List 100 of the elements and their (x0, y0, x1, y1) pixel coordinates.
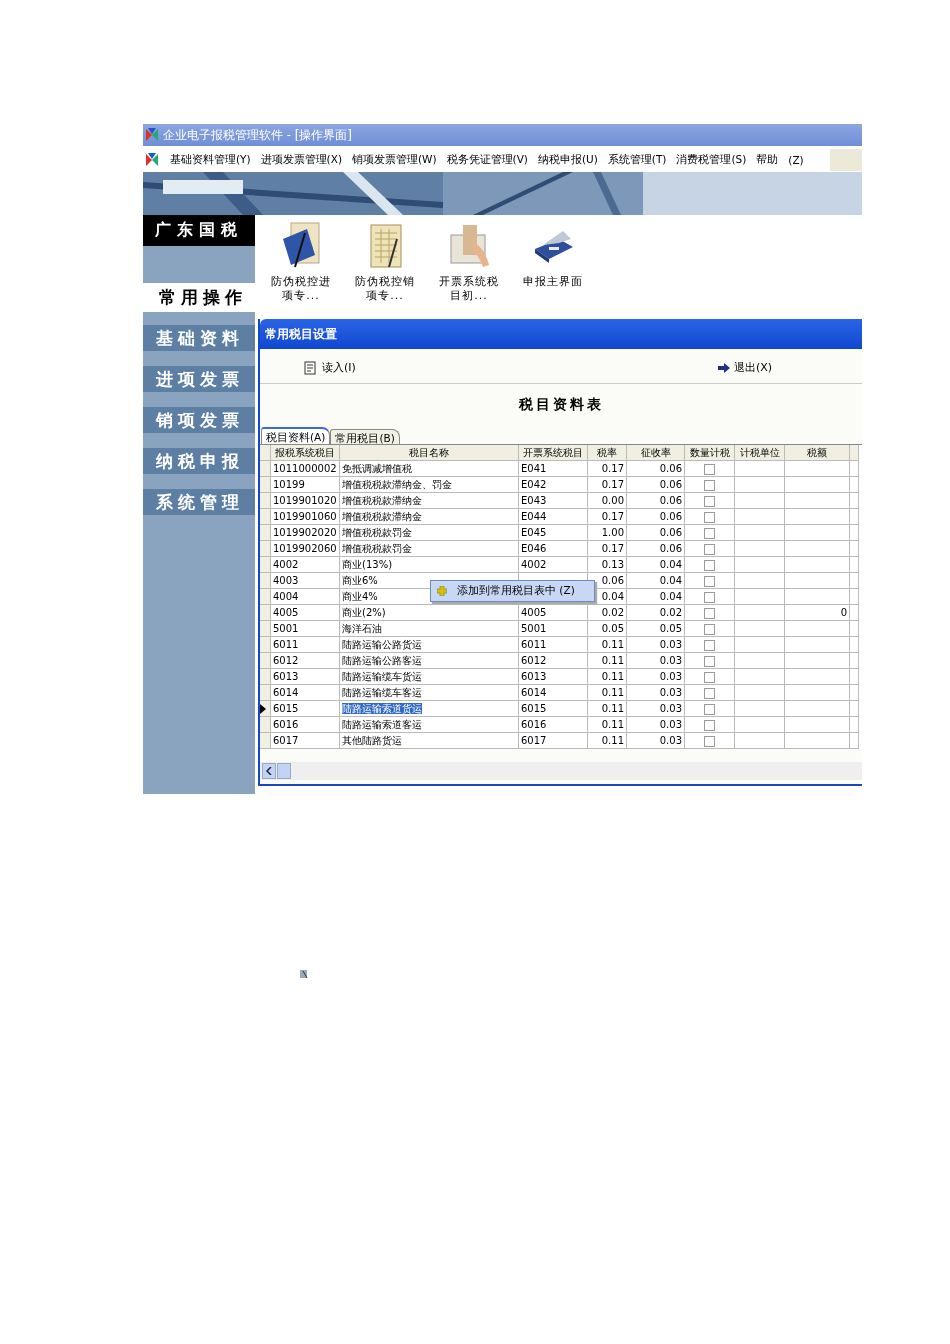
table-cell: 1019902020 (271, 525, 340, 541)
table-heading: 税目资料表 (517, 395, 605, 414)
document-icon (299, 969, 309, 979)
table-cell: 0.00 (588, 493, 627, 509)
table-cell: 0.11 (588, 717, 627, 733)
empty-cell (850, 605, 859, 621)
shortcut-label[interactable]: 防伪税控进项专... (271, 275, 331, 303)
checkbox[interactable] (704, 672, 715, 683)
menu-item[interactable]: (Z) (788, 154, 804, 166)
shortcut-label[interactable]: 开票系统税目初... (439, 275, 499, 303)
column-header: 报税系统税目 (271, 445, 340, 461)
empty-cell (785, 717, 850, 733)
empty-cell (785, 669, 850, 685)
empty-cell (785, 557, 850, 573)
menu-item[interactable]: 帮助 (756, 153, 779, 167)
table-cell: 0.11 (588, 733, 627, 749)
table-cell: 0.06 (627, 477, 685, 493)
table-cell: 0.03 (627, 733, 685, 749)
column-header: 税目名称 (340, 445, 519, 461)
checkbox[interactable] (704, 576, 715, 587)
table-cell: 0.03 (627, 637, 685, 653)
shortcut-label[interactable]: 申报主界面 (523, 275, 583, 289)
table-cell: 0.06 (627, 541, 685, 557)
menu-item[interactable]: 销项发票管理(W) (352, 153, 437, 167)
table-cell: 1.00 (588, 525, 627, 541)
sidebar-item[interactable]: 系统管理 (143, 489, 255, 515)
sidebar-item[interactable]: 进项发票 (143, 366, 255, 392)
scroll-left-button[interactable] (262, 763, 276, 779)
checkbox[interactable] (704, 512, 715, 523)
scroll-thumb[interactable] (277, 763, 291, 779)
table-cell: 6014 (271, 685, 340, 701)
row-header[interactable] (260, 701, 271, 717)
table-cell: 商业6% (342, 575, 378, 586)
tab[interactable]: 常用税目(B) (330, 429, 400, 444)
menu-item[interactable]: 税务凭证管理(V) (446, 153, 528, 167)
context-menu-item[interactable]: 添加到常用税目表中 (Z) (430, 580, 595, 602)
checkbox[interactable] (704, 464, 715, 475)
table-cell: 陆路运输公路货运 (342, 639, 422, 650)
table-cell: 5001 (519, 621, 588, 637)
checkbox[interactable] (704, 544, 715, 555)
exit-button[interactable]: 退出(X) (717, 360, 772, 375)
table-cell: 6012 (519, 653, 588, 669)
checkbox[interactable] (704, 480, 715, 491)
empty-cell (850, 653, 859, 669)
table-cell: 0.02 (588, 605, 627, 621)
column-header: 开票系统税目 (519, 445, 588, 461)
empty-cell (785, 509, 850, 525)
empty-cell (850, 509, 859, 525)
table-cell: 0.11 (588, 653, 627, 669)
checkbox[interactable] (704, 656, 715, 667)
header-filler (850, 445, 859, 461)
table-cell: 6017 (271, 733, 340, 749)
checkbox[interactable] (704, 688, 715, 699)
empty-cell (785, 493, 850, 509)
table-cell: 增值税税款滞纳金、罚金 (342, 479, 452, 490)
row-pointer-icon (260, 703, 266, 714)
table-cell: 4005 (519, 605, 588, 621)
sidebar-item[interactable]: 基础资料 (143, 325, 255, 351)
table-cell: E045 (519, 525, 588, 541)
empty-cell (785, 685, 850, 701)
table-cell: 6016 (519, 717, 588, 733)
table-cell: 0.02 (627, 605, 685, 621)
menu-item[interactable]: 基础资料管理(Y) (170, 153, 251, 167)
checkbox[interactable] (704, 528, 715, 539)
checkbox[interactable] (704, 592, 715, 603)
table-cell: 陆路运输索道客运 (342, 719, 422, 730)
table-cell: 陆路运输缆车客运 (342, 687, 422, 698)
checkbox[interactable] (704, 608, 715, 619)
empty-cell (850, 685, 859, 701)
empty-cell (850, 573, 859, 589)
checkbox[interactable] (704, 704, 715, 715)
arrow-icon (717, 362, 730, 373)
empty-cell (850, 477, 859, 493)
checkbox[interactable] (704, 560, 715, 571)
table-cell: 0.04 (627, 573, 685, 589)
empty-cell (785, 461, 850, 477)
table-cell: 4002 (271, 557, 340, 573)
menu-item[interactable]: 纳税申报(U) (537, 153, 598, 167)
checkbox[interactable] (704, 496, 715, 507)
table-cell: 6013 (519, 669, 588, 685)
read-button[interactable]: 读入(I) (304, 360, 356, 375)
checkbox[interactable] (704, 640, 715, 651)
sidebar-item[interactable]: 纳税申报 (143, 448, 255, 474)
sidebar-item[interactable]: 销项发票 (143, 407, 255, 433)
table-cell: 0.04 (627, 589, 685, 605)
shortcut-label[interactable]: 防伪税控销项专... (355, 275, 415, 303)
empty-cell (850, 717, 859, 733)
checkbox[interactable] (704, 624, 715, 635)
tab[interactable]: 税目资料(A) (261, 427, 331, 444)
menu-item[interactable]: 进项发票管理(X) (260, 153, 342, 167)
checkbox[interactable] (704, 736, 715, 747)
empty-cell (850, 701, 859, 717)
empty-cell (850, 621, 859, 637)
menu-item[interactable]: 消费税管理(S) (676, 153, 747, 167)
table-cell: 陆路运输公路客运 (342, 655, 422, 666)
menu-item[interactable]: 系统管理(T) (607, 153, 667, 167)
table-cell: 0.17 (588, 509, 627, 525)
checkbox[interactable] (704, 720, 715, 731)
empty-cell (785, 637, 850, 653)
empty-cell (785, 541, 850, 557)
